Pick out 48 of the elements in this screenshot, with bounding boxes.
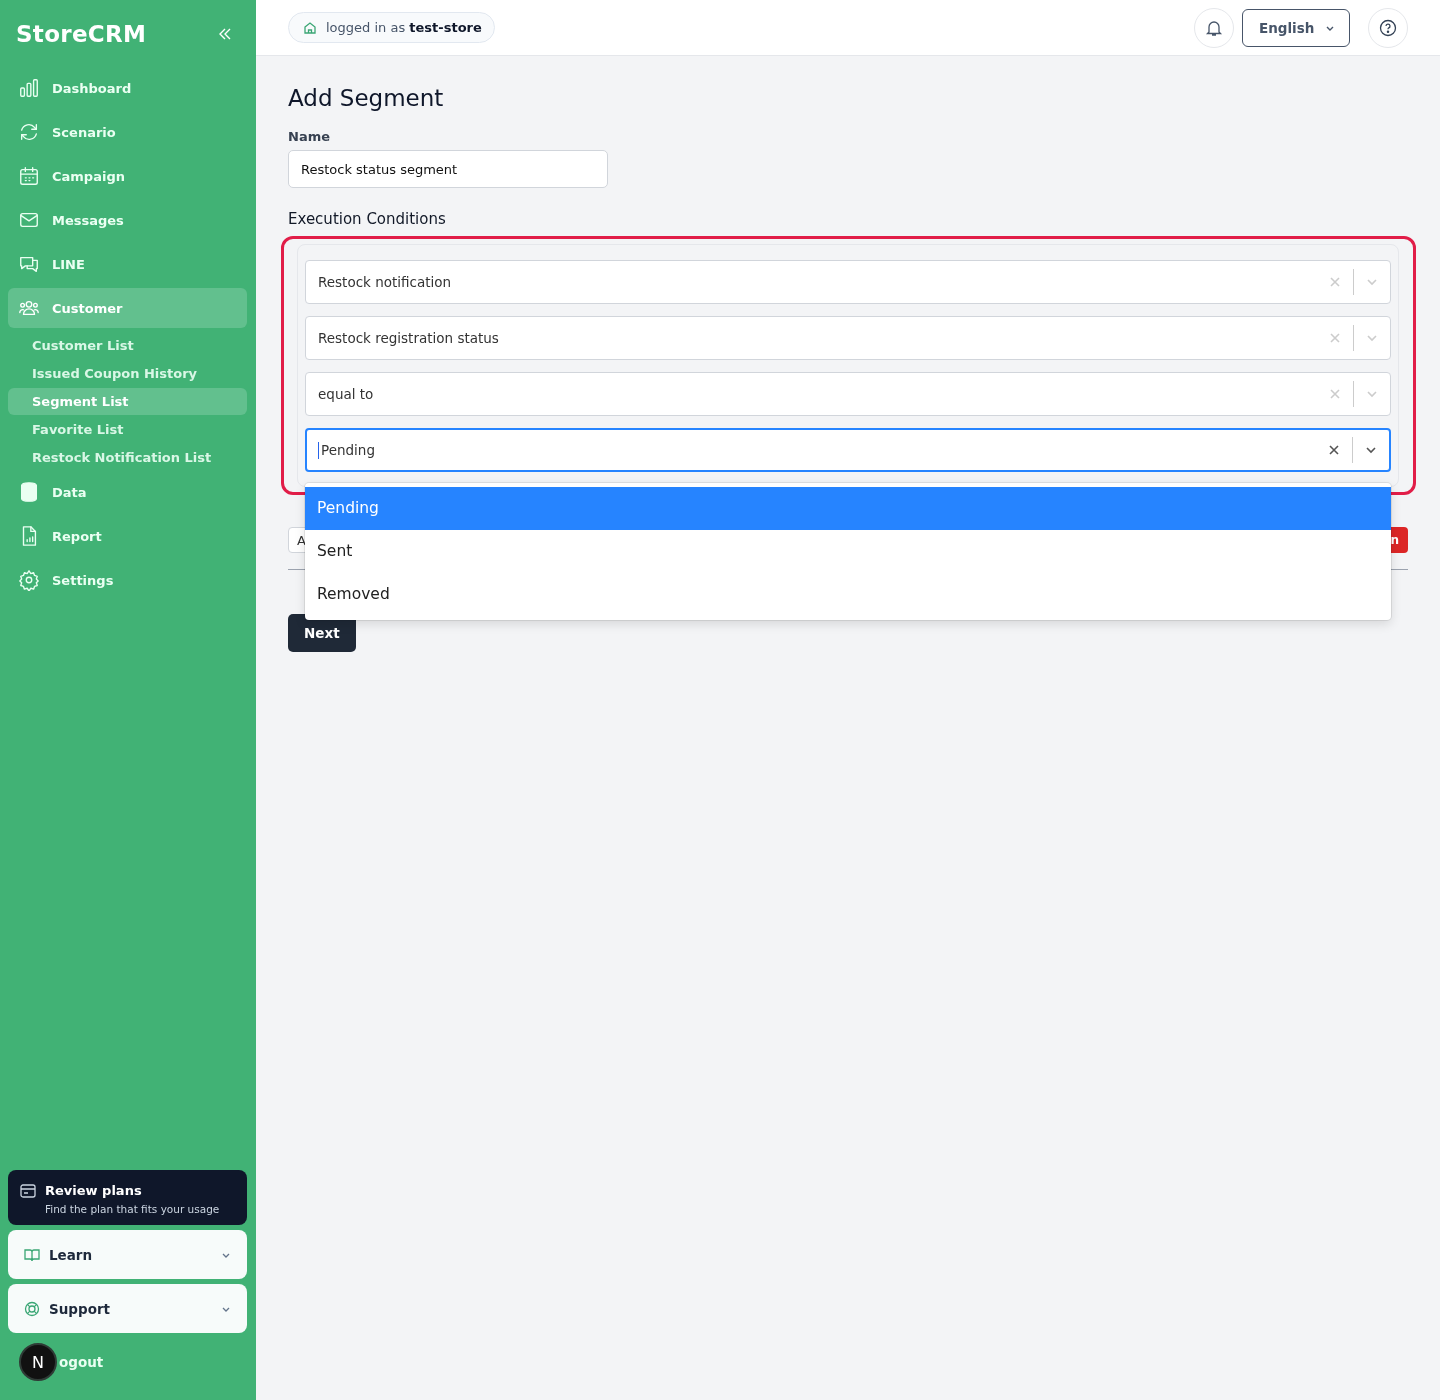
help-panel[interactable]: Learn [8,1230,247,1279]
lifebuoy-icon [24,1300,40,1317]
chart-icon [18,77,40,99]
gear-icon [18,569,40,591]
language-select[interactable]: English [1242,8,1350,47]
logo: StoreCRM [16,21,147,47]
plan-title: Review plans [45,1183,142,1198]
notification-button[interactable] [1194,7,1234,48]
plan-card[interactable]: Review plans Find the plan that fits your usage [8,1170,247,1225]
nav-item[interactable]: Campaign [8,156,247,196]
chevron-icon[interactable] [1365,444,1377,456]
nav-item[interactable]: Report [8,516,247,556]
nav-item[interactable]: LINE [8,244,247,284]
dev-badge[interactable]: N [19,1343,57,1381]
nav-item[interactable]: Scenario [8,112,247,152]
help-panel[interactable]: Support [8,1284,247,1333]
sub-nav-item[interactable]: Customer List [8,332,247,359]
sub-nav-item[interactable]: Segment List [8,388,247,415]
nav-item[interactable]: Data [8,472,247,512]
field-label: Name [288,129,330,144]
dropdown-option[interactable]: Pending [305,487,1391,530]
calendar-icon [18,165,40,187]
book-icon [24,1246,40,1263]
login-text: logged in as test-store [326,20,482,35]
sub-nav-item[interactable]: Favorite List [8,416,247,443]
card-icon [20,1183,36,1198]
nav-item[interactable]: Settings [8,560,247,600]
nav-item[interactable]: Messages [8,200,247,240]
name-field[interactable]: Restock status segment [288,150,608,188]
nav-item[interactable]: Customer [8,288,247,328]
home-icon [303,20,317,35]
sub-nav-item[interactable]: Issued Coupon History [8,360,247,387]
text-cursor [318,441,319,459]
database-icon [18,481,40,503]
plan-subtitle: Find the plan that fits your usage [44,1203,221,1215]
help-icon [1379,18,1397,37]
logout-link[interactable]: ogout [59,1354,104,1370]
help-button[interactable] [1368,7,1408,48]
dropdown-option[interactable]: Removed [305,573,1391,616]
nav-item[interactable]: Dashboard [8,68,247,108]
collapse-icon[interactable] [217,26,233,42]
sub-nav-item[interactable]: Restock Notification List [8,444,247,471]
condition-select[interactable]: Pending [305,428,1391,472]
bell-icon [1205,18,1223,37]
refresh-icon [18,121,40,143]
section-label: Execution Conditions [288,210,446,228]
page-title: Add Segment [288,85,444,111]
clear-icon[interactable] [1329,445,1339,455]
